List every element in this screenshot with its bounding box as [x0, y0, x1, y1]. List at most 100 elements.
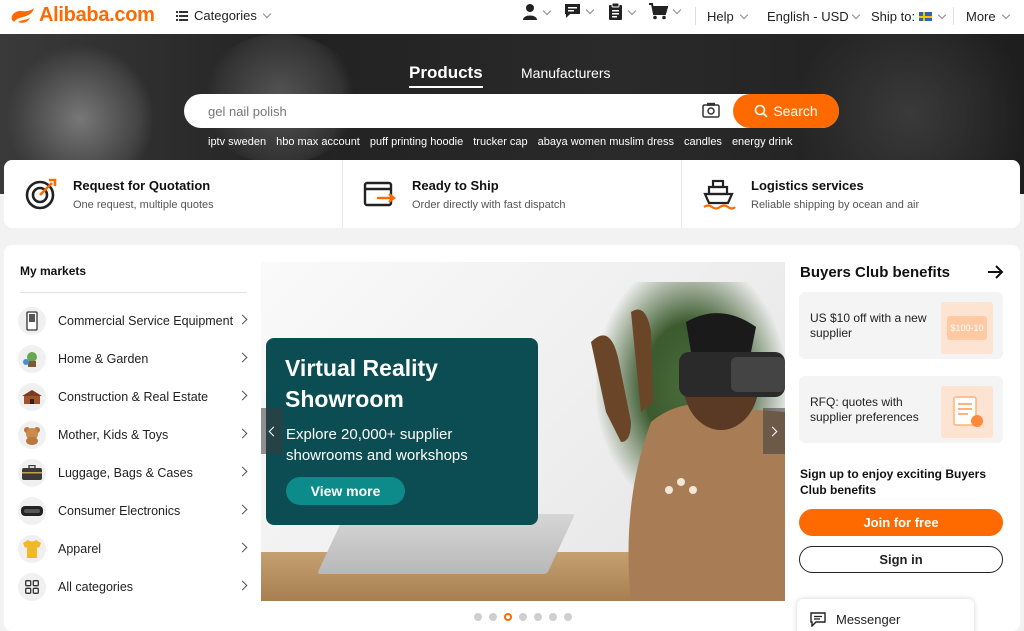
alibaba-logo[interactable]: Alibaba.com — [8, 4, 155, 27]
services-bar: Request for Quotation One request, multi… — [4, 160, 1020, 228]
carousel-dot[interactable] — [534, 613, 542, 621]
promo-subtitle: Explore 20,000+ supplier showrooms and w… — [286, 426, 468, 464]
suggestion-link[interactable]: hbo max account — [276, 136, 360, 148]
suggestion-link[interactable]: abaya women muslim dress — [538, 136, 674, 148]
market-item-commercial-service-equipment[interactable]: Commercial Service Equipment — [18, 306, 250, 336]
service-subtitle: One request, multiple quotes — [73, 199, 214, 211]
vr-headset-icon — [18, 497, 46, 525]
chevron-down-icon — [585, 5, 595, 14]
more-menu[interactable]: More — [966, 9, 1010, 24]
market-label: Apparel — [58, 542, 102, 556]
carousel-next-button[interactable] — [763, 408, 785, 454]
menu-list-icon — [176, 10, 188, 21]
sign-in-button[interactable]: Sign in — [799, 546, 1003, 573]
ship-icon — [703, 179, 736, 210]
carousel-dot[interactable] — [564, 613, 572, 621]
market-label: All categories — [58, 580, 134, 594]
ship-to-label: Ship to: — [871, 9, 916, 24]
market-item-consumer-electronics[interactable]: Consumer Electronics — [18, 496, 250, 526]
service-subtitle: Order directly with fast dispatch — [412, 199, 566, 211]
market-label: Consumer Electronics — [58, 504, 181, 518]
market-label: Construction & Real Estate — [58, 390, 209, 404]
orders-menu[interactable] — [608, 3, 637, 21]
banner-person-vr-image — [591, 309, 785, 601]
tab-products[interactable]: Products — [409, 63, 483, 88]
market-item-apparel[interactable]: Apparel — [18, 534, 250, 564]
service-title: Ready to Ship — [412, 178, 499, 193]
chat-icon — [810, 611, 826, 627]
carousel-dots — [474, 613, 579, 621]
market-item-home-garden[interactable]: Home & Garden — [18, 344, 250, 374]
chevron-down-icon — [627, 6, 637, 15]
ship-to-menu[interactable]: Ship to: — [871, 9, 947, 24]
join-for-free-button[interactable]: Join for free — [799, 509, 1003, 536]
logo-text: Alibaba.com — [39, 4, 155, 26]
suggestion-link[interactable]: puff printing hoodie — [370, 136, 463, 148]
promo-title: Virtual Reality Showroom — [285, 355, 438, 412]
grid-icon — [18, 573, 46, 601]
coupon-icon: $100-10 — [941, 302, 993, 354]
carousel-dot[interactable] — [519, 613, 527, 621]
buyers-club-card-rfq[interactable]: RFQ: quotes with supplier preferences — [799, 376, 1003, 443]
buyers-club-card-coupon[interactable]: US $10 off with a new supplier $100-10 — [799, 292, 1003, 359]
markets-heading: My markets — [20, 264, 87, 278]
language-currency-menu[interactable]: English - USD — [767, 9, 860, 24]
card-text: RFQ: quotes with supplier preferences — [810, 394, 919, 424]
market-item-luggage-bags-cases[interactable]: Luggage, Bags & Cases — [18, 458, 250, 488]
more-label: More — [966, 9, 996, 24]
chevron-right-icon — [237, 314, 248, 325]
help-menu[interactable]: Help — [707, 9, 748, 24]
cart-menu[interactable] — [649, 3, 682, 20]
carousel-dot[interactable] — [489, 613, 497, 621]
sweden-flag-icon — [919, 12, 933, 21]
tab-manufacturers[interactable]: Manufacturers — [521, 65, 610, 81]
buyers-club-heading[interactable]: Buyers Club benefits — [800, 264, 950, 281]
messages-menu[interactable] — [564, 3, 595, 19]
house-icon — [18, 383, 46, 411]
suggestion-link[interactable]: trucker cap — [473, 136, 527, 148]
service-logistics[interactable]: Logistics services Reliable shipping by … — [682, 160, 1020, 228]
search-input[interactable]: gel nail polish — [208, 104, 287, 119]
main-panel: My markets Commercial Service Equipment … — [4, 245, 1020, 631]
orders-icon — [609, 3, 622, 20]
account-menu[interactable] — [522, 3, 552, 21]
market-item-all-categories[interactable]: All categories — [18, 572, 250, 602]
garden-icon — [18, 345, 46, 373]
carousel-dot[interactable] — [474, 613, 482, 621]
suggestion-link[interactable]: iptv sweden — [208, 136, 266, 148]
suggestion-link[interactable]: energy drink — [732, 136, 793, 148]
bag-icon — [18, 459, 46, 487]
camera-search-icon[interactable] — [702, 102, 720, 118]
chevron-right-icon — [237, 580, 248, 591]
categories-menu[interactable]: Categories — [176, 8, 272, 23]
chevron-right-icon — [237, 466, 248, 477]
market-label: Commercial Service Equipment — [58, 314, 234, 328]
teddy-bear-icon — [18, 421, 46, 449]
carousel-prev-button[interactable] — [261, 408, 283, 454]
cart-icon — [649, 3, 668, 20]
help-label: Help — [707, 9, 734, 24]
search-button-label: Search — [773, 103, 818, 119]
market-label: Luggage, Bags & Cases — [58, 466, 193, 480]
chevron-down-icon — [937, 10, 947, 20]
promo-carousel[interactable]: Virtual Reality Showroom Explore 20,000+… — [261, 262, 785, 601]
service-ready-to-ship[interactable]: Ready to Ship Order directly with fast d… — [343, 160, 682, 228]
view-more-button[interactable]: View more — [286, 477, 405, 505]
chevron-right-icon — [237, 542, 248, 553]
message-icon — [565, 4, 580, 18]
market-item-mother-kids-toys[interactable]: Mother, Kids & Toys — [18, 420, 250, 450]
service-title: Request for Quotation — [73, 178, 211, 193]
suggestion-link[interactable]: candles — [684, 136, 722, 148]
target-icon — [25, 178, 57, 210]
market-item-construction-real-estate[interactable]: Construction & Real Estate — [18, 382, 250, 412]
search-button[interactable]: Search — [733, 94, 839, 128]
service-subtitle: Reliable shipping by ocean and air — [751, 199, 920, 211]
carousel-dot[interactable] — [549, 613, 557, 621]
arrow-right-icon[interactable] — [987, 265, 1004, 279]
market-label: Mother, Kids & Toys — [58, 428, 169, 442]
service-request-for-quotation[interactable]: Request for Quotation One request, multi… — [4, 160, 343, 228]
carousel-dot-active[interactable] — [504, 613, 512, 621]
messenger-widget[interactable]: Messenger — [797, 599, 974, 631]
search-icon — [755, 104, 768, 118]
shirt-icon — [18, 535, 46, 563]
